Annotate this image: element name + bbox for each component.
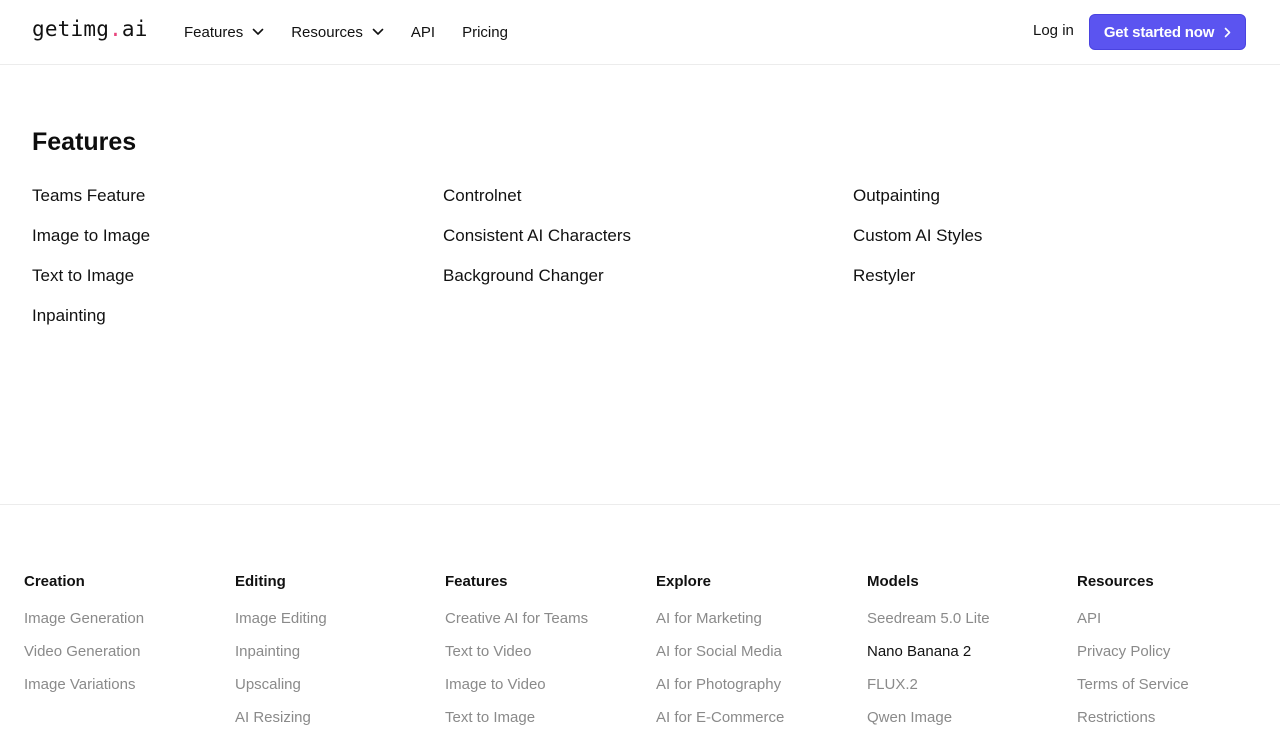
feature-link-outpainting[interactable]: Outpainting (853, 184, 982, 224)
footer-link[interactable]: Inpainting (235, 643, 327, 676)
chevron-right-icon (1224, 27, 1231, 37)
feature-link-inpainting[interactable]: Inpainting (32, 304, 150, 344)
footer-column-editing: Editing Image Editing Inpainting Upscali… (235, 573, 327, 742)
top-navigation: getimg. ai Features Resources API Pricing… (0, 0, 1280, 65)
footer-heading: Creation (24, 573, 85, 590)
nav-api-label: API (410, 23, 436, 41)
footer-heading: Features (445, 573, 508, 590)
nav-resources[interactable]: Resources (291, 24, 384, 41)
footer-link[interactable]: AI for Photography (656, 676, 784, 709)
logo-text-main: getimg (32, 17, 110, 41)
footer-link[interactable]: Text to Image (445, 709, 588, 742)
footer-column-resources: Resources API Privacy Policy Terms of Se… (1077, 573, 1189, 742)
logo-text-suffix: ai (121, 17, 148, 41)
footer-column-models: Models Seedream 5.0 Lite Nano Banana 2 F… (867, 573, 990, 742)
footer-link[interactable]: Seedream 5.0 Lite (867, 610, 990, 643)
feature-link-teams-feature[interactable]: Teams Feature (32, 184, 150, 224)
features-title: Features (32, 128, 137, 156)
footer-link[interactable]: Image Generation (24, 610, 144, 643)
footer-link[interactable]: AI for Marketing (656, 610, 784, 643)
footer-link[interactable]: FLUX.2 (867, 676, 990, 709)
footer-link[interactable]: Restrictions (1077, 709, 1189, 742)
get-started-button[interactable]: Get started now (1089, 14, 1246, 50)
footer-link[interactable]: Text to Video (445, 643, 588, 676)
footer-link[interactable]: Qwen Image (867, 709, 990, 742)
footer-heading: Models (867, 573, 919, 590)
nav-api[interactable]: API (411, 24, 435, 41)
footer-column-creation: Creation Image Generation Video Generati… (24, 573, 144, 709)
features-column-3: Outpainting Custom AI Styles Restyler (853, 184, 982, 304)
footer-link[interactable]: AI Resizing (235, 709, 327, 742)
footer-link[interactable]: Image Editing (235, 610, 327, 643)
footer-link[interactable]: Upscaling (235, 676, 327, 709)
nav-features[interactable]: Features (184, 24, 264, 41)
footer-link[interactable]: Terms of Service (1077, 676, 1189, 709)
chevron-down-icon (252, 28, 264, 35)
main-nav: Features Resources API Pricing (184, 0, 535, 64)
footer-link[interactable]: Image to Video (445, 676, 588, 709)
footer-link[interactable]: AI for Social Media (656, 643, 784, 676)
features-column-2: Controlnet Consistent AI Characters Back… (443, 184, 631, 304)
footer-link[interactable]: Creative AI for Teams (445, 610, 588, 643)
logo[interactable]: getimg. ai (32, 17, 148, 41)
features-column-1: Teams Feature Image to Image Text to Ima… (32, 184, 150, 344)
footer-link[interactable]: Video Generation (24, 643, 144, 676)
feature-link-image-to-image[interactable]: Image to Image (32, 224, 150, 264)
nav-features-label: Features (184, 23, 244, 41)
footer-link[interactable]: AI for E-Commerce (656, 709, 784, 742)
footer-column-explore: Explore AI for Marketing AI for Social M… (656, 573, 784, 742)
footer-heading: Resources (1077, 573, 1154, 590)
feature-link-text-to-image[interactable]: Text to Image (32, 264, 150, 304)
footer-link[interactable]: API (1077, 610, 1189, 643)
footer-link[interactable]: Privacy Policy (1077, 643, 1189, 676)
nav-resources-label: Resources (291, 23, 363, 41)
login-link[interactable]: Log in (1033, 22, 1074, 39)
chevron-down-icon (372, 28, 384, 35)
feature-link-controlnet[interactable]: Controlnet (443, 184, 631, 224)
feature-link-custom-ai-styles[interactable]: Custom AI Styles (853, 224, 982, 264)
nav-pricing[interactable]: Pricing (462, 24, 508, 41)
footer-link-hovered[interactable]: Nano Banana 2 (867, 643, 990, 676)
feature-link-restyler[interactable]: Restyler (853, 264, 982, 304)
footer-link[interactable]: Image Variations (24, 676, 144, 709)
feature-link-background-changer[interactable]: Background Changer (443, 264, 631, 304)
feature-link-consistent-ai-characters[interactable]: Consistent AI Characters (443, 224, 631, 264)
footer-heading: Editing (235, 573, 286, 590)
footer-heading: Explore (656, 573, 712, 590)
get-started-label: Get started now (1103, 23, 1215, 41)
logo-dot: . (109, 17, 122, 41)
nav-pricing-label: Pricing (462, 23, 508, 41)
footer: Creation Image Generation Video Generati… (0, 504, 1280, 726)
footer-column-features: Features Creative AI for Teams Text to V… (445, 573, 588, 742)
